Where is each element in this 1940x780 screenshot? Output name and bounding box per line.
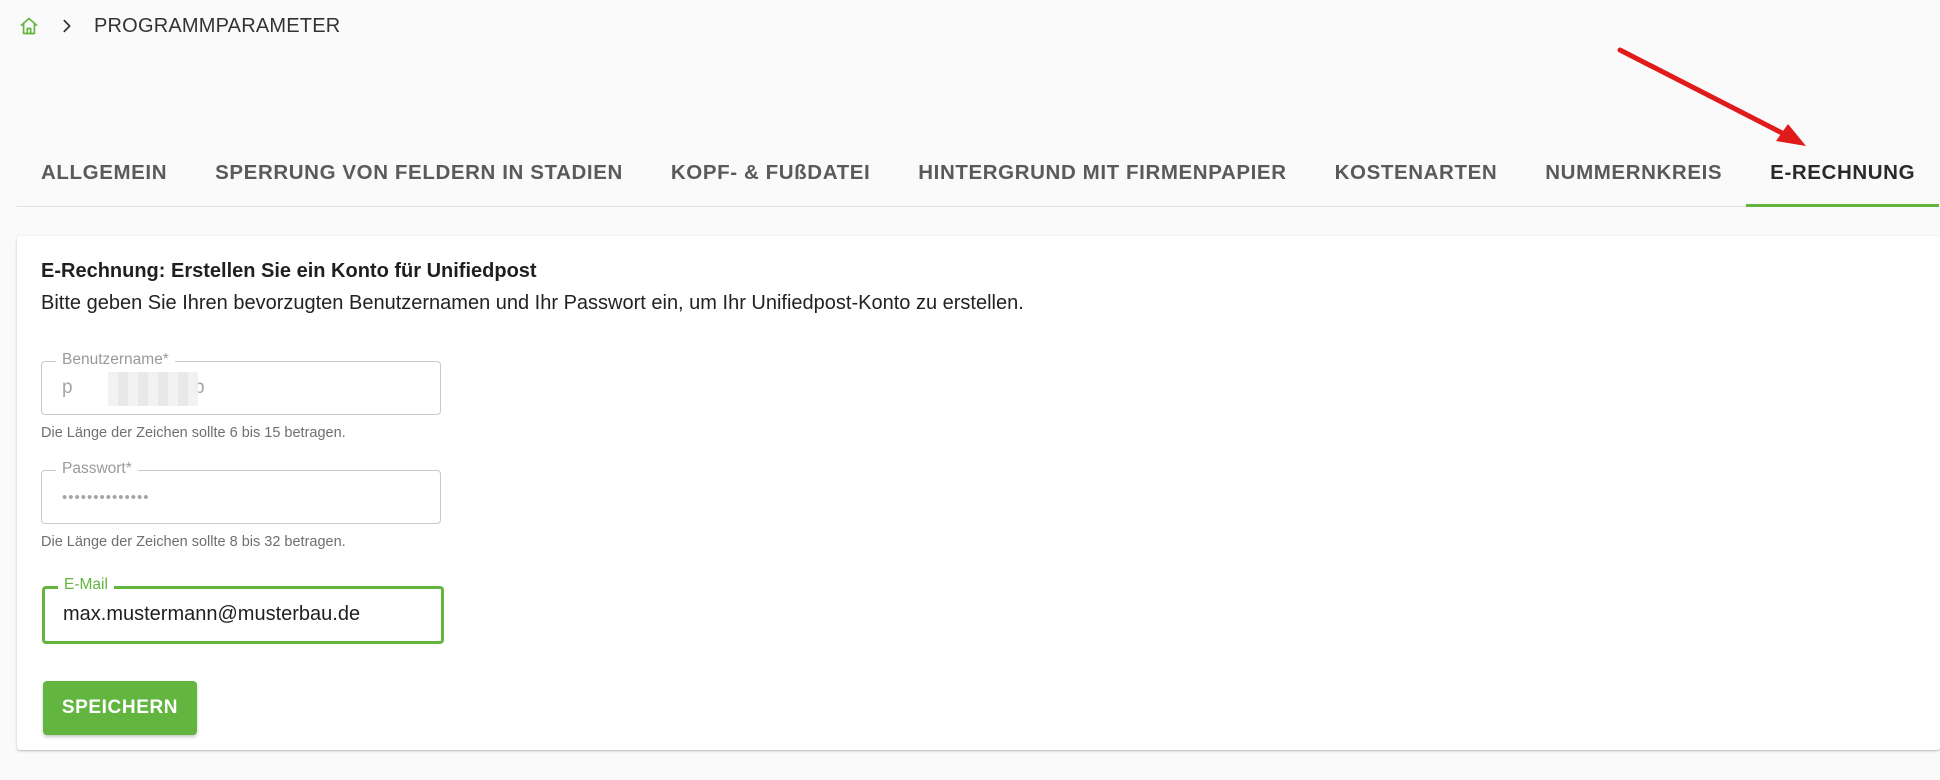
tab-kostenarten[interactable]: KOSTENARTEN <box>1311 140 1522 206</box>
page-title: PROGRAMMPARAMETER <box>94 14 341 37</box>
tab-label: KOPF- & FUßDATEI <box>670 161 871 184</box>
password-field[interactable]: Passwort* •••••••••••••• <box>41 460 441 524</box>
tab-bar: ALLGEMEIN SPERRUNG VON FELDERN IN STADIE… <box>17 140 1940 207</box>
home-icon[interactable] <box>18 15 40 37</box>
username-label: Benutzername* <box>56 351 175 369</box>
tab-sperrung-von-feldern[interactable]: SPERRUNG VON FELDERN IN STADIEN <box>191 140 647 206</box>
card-title: E-Rechnung: Erstellen Sie ein Konto für … <box>41 260 537 282</box>
card-description: Bitte geben Sie Ihren bevorzugten Benutz… <box>41 292 1024 314</box>
tab-label: ALLGEMEIN <box>41 161 168 184</box>
password-hint: Die Länge der Zeichen sollte 8 bis 32 be… <box>41 534 346 550</box>
tab-e-rechnung[interactable]: E-RECHNUNG <box>1746 140 1940 207</box>
tab-allgemein[interactable]: ALLGEMEIN <box>17 140 191 206</box>
username-hint: Die Länge der Zeichen sollte 6 bis 15 be… <box>41 425 346 441</box>
tab-label: KOSTENARTEN <box>1334 161 1498 184</box>
tab-label: E-RECHNUNG <box>1770 161 1916 184</box>
password-label: Passwort* <box>56 460 138 478</box>
username-value-start: p <box>62 377 73 398</box>
tab-kopf-fussdatei[interactable]: KOPF- & FUßDATEI <box>647 140 894 206</box>
password-value: •••••••••••••• <box>62 489 150 506</box>
redaction-mask <box>108 372 198 406</box>
email-field[interactable]: E-Mail max.mustermann@musterbau.de <box>42 576 444 644</box>
tab-label: HINTERGRUND MIT FIRMENPAPIER <box>918 161 1287 184</box>
save-button[interactable]: SPEICHERN <box>43 681 197 735</box>
tab-label: SPERRUNG VON FELDERN IN STADIEN <box>215 161 623 184</box>
annotation-arrow-icon <box>1617 47 1806 146</box>
email-value: max.mustermann@musterbau.de <box>63 603 361 625</box>
username-field[interactable]: Benutzername* p b <box>41 351 441 415</box>
e-rechnung-card: E-Rechnung: Erstellen Sie ein Konto für … <box>17 236 1940 750</box>
tab-label: NUMMERNKREIS <box>1545 161 1723 184</box>
breadcrumb: PROGRAMMPARAMETER <box>18 12 340 40</box>
email-label: E-Mail <box>58 576 114 594</box>
tab-nummernkreis[interactable]: NUMMERNKREIS <box>1521 140 1746 206</box>
page: PROGRAMMPARAMETER ALLGEMEIN SPERRUNG VON… <box>0 0 1940 780</box>
tab-hintergrund-firmenpapier[interactable]: HINTERGRUND MIT FIRMENPAPIER <box>894 140 1310 206</box>
chevron-right-icon <box>56 15 78 37</box>
